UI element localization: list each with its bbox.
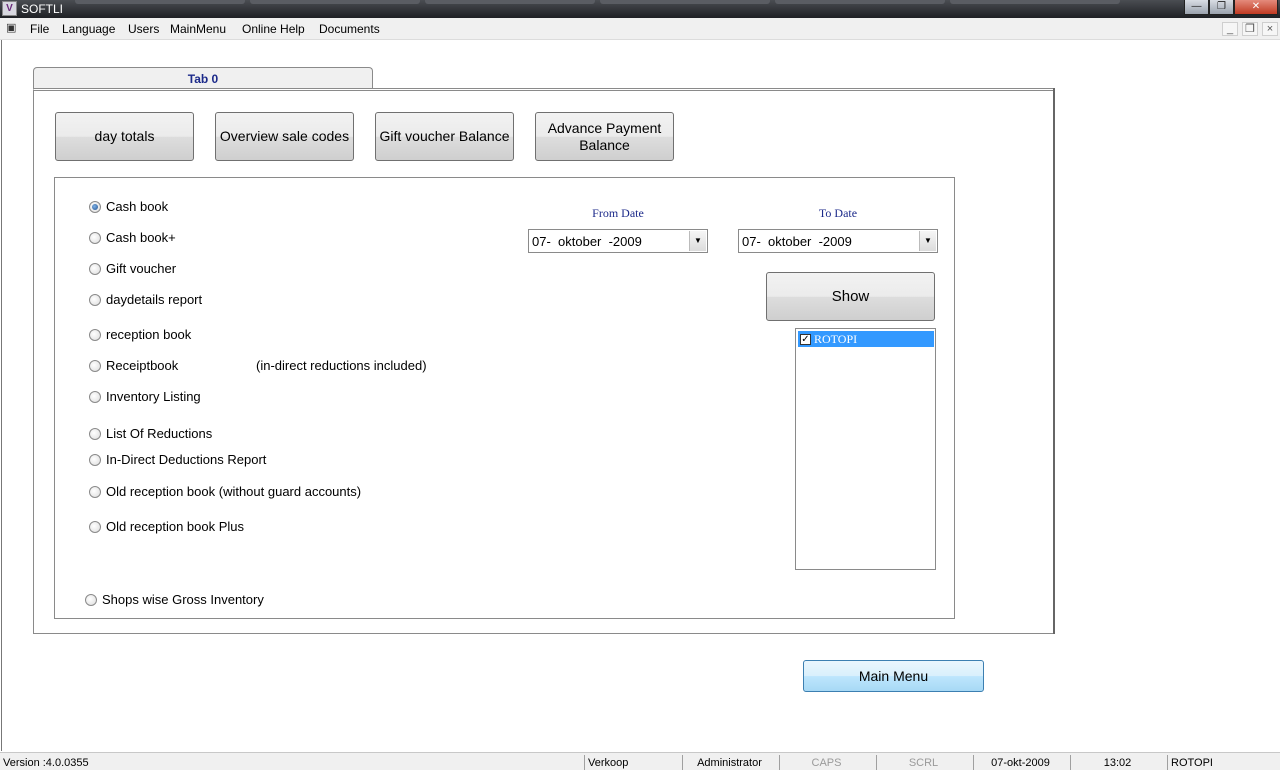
radio-inventory-listing[interactable]: Inventory Listing — [89, 389, 201, 404]
menu-bar: ▣ File Language Users MainMenu Online He… — [0, 18, 1280, 40]
tab-label: Tab 0 — [187, 72, 219, 86]
radio-old-reception-book[interactable]: Old reception book (without guard accoun… — [89, 484, 361, 499]
dropdown-arrow-icon[interactable]: ▼ — [919, 231, 936, 251]
menu-documents[interactable]: Documents — [319, 22, 380, 36]
shop-list-item[interactable]: ✓ ROTOPI — [798, 331, 934, 347]
gift-voucher-balance-button[interactable]: Gift voucher Balance — [375, 112, 514, 161]
shop-name: ROTOPI — [814, 332, 858, 346]
system-menu-icon[interactable]: ▣ — [6, 22, 21, 35]
from-date-value: 07- oktober -2009 — [532, 233, 642, 249]
taskbar-edge — [425, 0, 595, 4]
menu-online-help[interactable]: Online Help — [242, 22, 305, 36]
menu-users[interactable]: Users — [128, 22, 159, 36]
taskbar-edge — [75, 0, 245, 4]
show-button[interactable]: Show — [766, 272, 935, 321]
taskbar-edge — [600, 0, 770, 4]
radio-label: Old reception book Plus — [106, 519, 245, 534]
status-version: Version :4.0.0355 — [3, 757, 89, 769]
status-time: 13:02 — [1070, 755, 1164, 770]
radio-label: Old reception book (without guard accoun… — [106, 484, 362, 499]
status-scrl: SCRL — [876, 755, 970, 770]
taskbar-edge — [250, 0, 420, 4]
radio-icon[interactable] — [85, 593, 97, 606]
receiptbook-note: (in-direct reductions included) — [256, 358, 427, 373]
tab-0[interactable]: Tab 0 — [33, 67, 373, 89]
radio-label: Gift voucher — [106, 261, 177, 276]
mdi-minimize-icon[interactable]: _ — [1222, 22, 1238, 36]
dropdown-arrow-icon[interactable]: ▼ — [689, 231, 706, 251]
radio-icon[interactable] — [89, 427, 101, 440]
close-icon[interactable]: ✕ — [1234, 0, 1278, 15]
status-shop: ROTOPI — [1167, 755, 1261, 770]
radio-receiptbook[interactable]: Receiptbook — [89, 358, 178, 373]
app-icon: V — [2, 1, 17, 16]
radio-label: Cash book+ — [106, 230, 176, 245]
radio-icon[interactable] — [89, 293, 101, 306]
from-date-select[interactable]: 07- oktober -2009 ▼ — [528, 229, 708, 253]
radio-icon[interactable] — [89, 520, 101, 533]
status-user: Administrator — [682, 755, 776, 770]
overview-sale-codes-button[interactable]: Overview sale codes — [215, 112, 354, 161]
minimize-icon[interactable]: — — [1184, 0, 1209, 15]
radio-daydetails-report[interactable]: daydetails report — [89, 292, 202, 307]
to-date-select[interactable]: 07- oktober -2009 ▼ — [738, 229, 938, 253]
radio-label: In-Direct Deductions Report — [106, 452, 267, 467]
panel-shadow — [1053, 88, 1055, 634]
menu-language[interactable]: Language — [62, 22, 115, 36]
radio-icon[interactable] — [89, 231, 101, 244]
menu-file[interactable]: File — [30, 22, 49, 36]
taskbar-edge — [775, 0, 945, 4]
radio-indirect-deductions-report[interactable]: In-Direct Deductions Report — [89, 452, 266, 467]
radio-label: List Of Reductions — [106, 426, 213, 441]
status-date: 07-okt-2009 — [973, 755, 1067, 770]
advance-payment-balance-button[interactable]: Advance Payment Balance — [535, 112, 674, 161]
menu-mainmenu[interactable]: MainMenu — [170, 22, 226, 36]
radio-cash-book-plus[interactable]: Cash book+ — [89, 230, 176, 245]
radio-icon[interactable] — [89, 328, 101, 341]
status-caps: CAPS — [779, 755, 873, 770]
radio-icon[interactable] — [89, 453, 101, 466]
status-mode: Verkoop — [584, 755, 678, 770]
window-frame — [1, 40, 2, 751]
taskbar-edge — [950, 0, 1120, 4]
from-date-label: From Date — [592, 206, 644, 220]
restore-icon[interactable]: ❐ — [1209, 0, 1234, 15]
mdi-restore-icon[interactable]: ❐ — [1242, 22, 1258, 36]
mdi-close-icon[interactable]: × — [1262, 22, 1278, 36]
radio-label: Cash book — [106, 199, 169, 214]
title-bar: V SOFTLI — ❐ ✕ — [0, 0, 1280, 18]
radio-icon[interactable] — [89, 485, 101, 498]
radio-icon[interactable] — [89, 359, 101, 372]
radio-list-of-reductions[interactable]: List Of Reductions — [89, 426, 212, 441]
radio-shops-wise-gross-inventory[interactable]: Shops wise Gross Inventory — [85, 592, 264, 607]
radio-icon[interactable] — [89, 390, 101, 403]
radio-cash-book[interactable]: Cash book — [89, 199, 168, 214]
main-menu-button[interactable]: Main Menu — [803, 660, 984, 692]
to-date-value: 07- oktober -2009 — [742, 233, 852, 249]
radio-label: daydetails report — [106, 292, 203, 307]
to-date-label: To Date — [818, 206, 858, 220]
window-title: SOFTLI — [21, 2, 64, 16]
radio-label: Inventory Listing — [106, 389, 201, 404]
radio-label: Receiptbook — [106, 358, 179, 373]
radio-checked-icon[interactable] — [89, 200, 101, 213]
radio-reception-book[interactable]: reception book — [89, 327, 191, 342]
radio-label: reception book — [106, 327, 192, 342]
day-totals-button[interactable]: day totals — [55, 112, 194, 161]
radio-icon[interactable] — [89, 262, 101, 275]
checkbox-checked-icon[interactable]: ✓ — [800, 334, 811, 345]
radio-old-reception-book-plus[interactable]: Old reception book Plus — [89, 519, 244, 534]
shops-listbox[interactable]: ✓ ROTOPI — [795, 328, 936, 570]
radio-label: Shops wise Gross Inventory — [102, 592, 264, 607]
radio-gift-voucher[interactable]: Gift voucher — [89, 261, 176, 276]
status-bar: Version :4.0.0355 Verkoop Administrator … — [0, 752, 1280, 770]
